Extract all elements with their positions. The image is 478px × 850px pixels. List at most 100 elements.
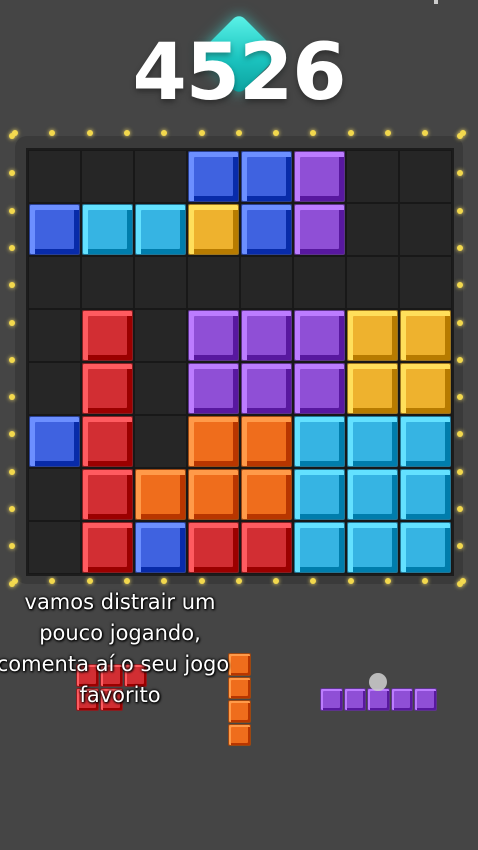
tray-block-purple: [390, 688, 413, 711]
board-cell[interactable]: [346, 150, 399, 203]
board-cell[interactable]: [134, 150, 187, 203]
board-cell[interactable]: [134, 256, 187, 309]
score-display: 4526: [132, 28, 346, 118]
frame-light-dot: [49, 578, 56, 584]
block-cyan: [400, 522, 451, 573]
block-red: [82, 363, 133, 414]
block-blue: [135, 522, 186, 573]
frame-light-dot: [273, 130, 280, 136]
block-cyan: [135, 204, 186, 255]
frame-light-dot: [86, 130, 93, 136]
block-yellow: [347, 363, 398, 414]
frame-light-dot: [310, 578, 317, 584]
frame-light-dot: [385, 130, 391, 136]
board-cell[interactable]: [346, 203, 399, 256]
board-cell[interactable]: [134, 362, 187, 415]
block-orange: [188, 469, 239, 520]
frame-light-dot: [198, 130, 205, 136]
block-purple: [188, 310, 239, 361]
frame-light-dot: [9, 394, 15, 401]
block-cyan: [347, 522, 398, 573]
block-blue: [29, 204, 80, 255]
frame-light-dot: [457, 319, 463, 326]
frame-light-dot: [9, 244, 15, 251]
caption-line: comenta aí o seu jogo: [0, 652, 230, 676]
frame-light-dot: [9, 506, 15, 512]
frame-light-dot: [86, 578, 93, 584]
frame-light-dot: [9, 133, 15, 139]
board-cell[interactable]: [187, 256, 240, 309]
frame-light-dot: [457, 506, 463, 512]
frame-light-dot: [457, 543, 463, 550]
block-orange: [241, 416, 292, 467]
frame-light-dot: [9, 468, 15, 475]
frame-light-dot: [161, 578, 168, 584]
board-cell[interactable]: [346, 256, 399, 309]
tray-block-purple: [343, 688, 366, 711]
board-cell[interactable]: [293, 256, 346, 309]
frame-light-dot: [347, 578, 354, 584]
frame-light-dot: [9, 356, 15, 363]
board-cell[interactable]: [81, 150, 134, 203]
board-cell[interactable]: [28, 521, 81, 574]
tray-block-purple: [414, 688, 437, 711]
block-blue: [29, 416, 80, 467]
board-cell[interactable]: [399, 256, 452, 309]
caption-line: favorito: [79, 683, 161, 707]
block-red: [82, 522, 133, 573]
frame-light-dot: [385, 578, 391, 584]
frame-light-dot: [422, 130, 429, 136]
frame-light-dot: [235, 130, 242, 136]
block-red: [82, 310, 133, 361]
board-cell[interactable]: [28, 150, 81, 203]
frame-light-dot: [422, 578, 429, 584]
frame-light-dot: [347, 130, 354, 136]
board-cell[interactable]: [28, 309, 81, 362]
block-purple: [294, 151, 345, 202]
frame-light-dot: [161, 130, 168, 136]
board-cell[interactable]: [134, 309, 187, 362]
frame-light-dot: [310, 130, 317, 136]
block-blue: [241, 204, 292, 255]
frame-light-dot: [9, 170, 15, 177]
frame-light-dot: [457, 170, 463, 177]
block-cyan: [82, 204, 133, 255]
board-cell[interactable]: [81, 256, 134, 309]
block-cyan: [347, 469, 398, 520]
block-red: [82, 416, 133, 467]
frame-light-dot: [9, 319, 15, 326]
block-purple: [294, 204, 345, 255]
frame-light-dot: [457, 580, 463, 587]
frame-light-dot: [273, 578, 280, 584]
block-purple: [241, 363, 292, 414]
board-cell[interactable]: [134, 415, 187, 468]
block-orange: [241, 469, 292, 520]
board-cell[interactable]: [28, 468, 81, 521]
game-board[interactable]: [26, 148, 454, 576]
status-bar-indicator: [434, 0, 438, 4]
video-caption: vamos distrair um pouco jogando, comenta…: [0, 587, 240, 711]
board-cell[interactable]: [28, 256, 81, 309]
frame-light-dot: [457, 207, 463, 214]
board-cell[interactable]: [28, 362, 81, 415]
board-cell[interactable]: [240, 256, 293, 309]
block-orange: [135, 469, 186, 520]
board-cell[interactable]: [399, 203, 452, 256]
board-cell[interactable]: [399, 150, 452, 203]
frame-light-dot: [457, 431, 463, 438]
block-purple: [294, 363, 345, 414]
frame-light-dot: [457, 282, 463, 289]
block-blue: [241, 151, 292, 202]
frame-light-dot: [9, 543, 15, 550]
block-cyan: [294, 416, 345, 467]
block-purple: [241, 310, 292, 361]
frame-light-dot: [457, 356, 463, 363]
tray-block-purple: [367, 688, 390, 711]
frame-light-dot: [457, 244, 463, 251]
block-purple: [294, 310, 345, 361]
block-purple: [188, 363, 239, 414]
tray-block-purple: [320, 688, 343, 711]
block-cyan: [400, 416, 451, 467]
block-red: [82, 469, 133, 520]
block-yellow: [400, 310, 451, 361]
